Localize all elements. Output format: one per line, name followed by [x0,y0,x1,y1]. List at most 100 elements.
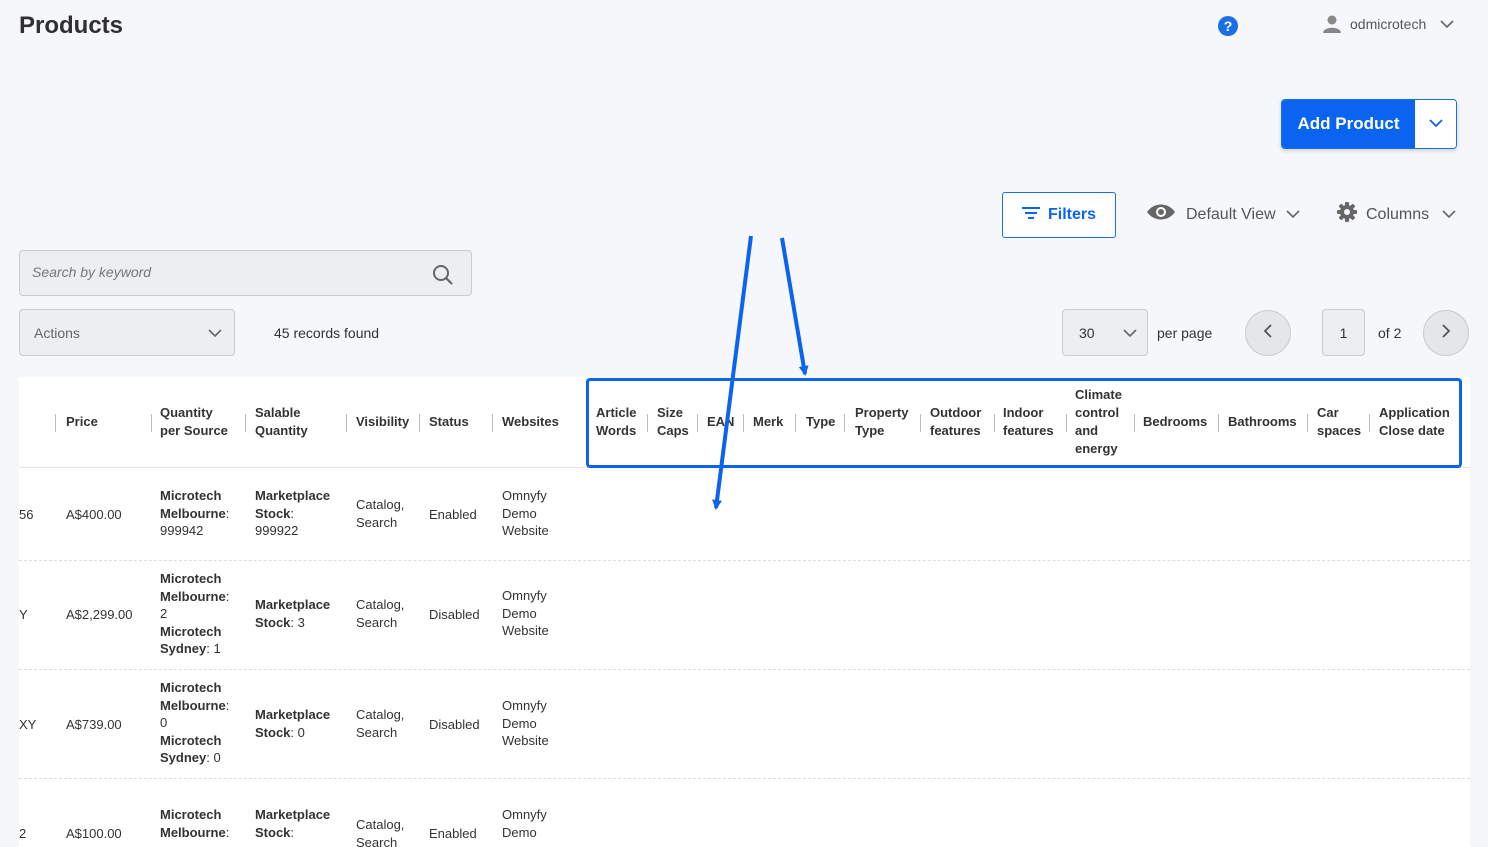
column-header-indoor-features[interactable]: Indoor features [1003,404,1054,440]
columns-dropdown[interactable]: Columns [1337,202,1456,227]
cell-line: Demo [502,824,547,842]
user-menu[interactable]: odmicrotech [1322,14,1454,34]
cell-partial: 2 [19,825,26,843]
column-header-visibility[interactable]: Visibility [356,413,409,431]
add-product-button-group: Add Product [1281,99,1457,149]
cell-line: Search [356,614,404,632]
column-header-outdoor-features[interactable]: Outdoor features [930,404,981,440]
header-line: Car [1317,404,1361,422]
column-header-climate-control[interactable]: Climate control and energy [1075,386,1122,458]
cell-line: Catalog, [356,816,404,834]
column-separator[interactable] [844,414,845,432]
per-page-select[interactable]: 30 [1062,309,1148,356]
column-separator[interactable] [346,414,347,432]
column-header-ean[interactable]: EAN [707,413,734,431]
column-header-websites[interactable]: Websites [502,413,559,431]
source-name: Microtech [160,807,221,822]
cell-line: Microtech [160,679,229,697]
cell-line: Omnyfy [502,587,549,605]
column-header-type[interactable]: Type [806,413,835,431]
source-name: Melbourne [160,698,226,713]
column-separator[interactable] [994,414,995,432]
stock-name: Marketplace [255,488,330,503]
column-header-salable-quantity[interactable]: Salable Quantity [255,404,308,440]
help-icon[interactable]: ? [1218,16,1238,36]
column-header-size-caps[interactable]: Size Caps [657,404,689,440]
search-input[interactable] [30,263,414,281]
current-page-input[interactable]: 1 [1322,309,1365,356]
column-separator[interactable] [920,414,921,432]
column-separator[interactable] [1134,414,1135,432]
header-line: Climate [1075,386,1122,404]
source-name: Microtech [160,624,221,639]
column-header-car-spaces[interactable]: Car spaces [1317,404,1361,440]
previous-page-button[interactable] [1245,310,1291,356]
cell-websites: Omnyfy Demo Website [502,487,549,540]
cell-line: Melbourne: [160,824,229,842]
header-line: energy [1075,440,1122,458]
column-header-status[interactable]: Status [429,413,469,431]
cell-line: Catalog, [356,496,404,514]
default-view-dropdown[interactable]: Default View [1146,202,1300,227]
cell-line: Demo [502,605,549,623]
column-separator[interactable] [151,414,152,432]
stock-value: 999922 [255,523,298,538]
cell-price: A$100.00 [66,825,122,843]
cell-visibility: Catalog, Search [356,596,404,631]
column-header-price[interactable]: Price [66,413,98,431]
column-header-article-words[interactable]: Article Words [596,404,636,440]
column-header-quantity-per-source[interactable]: Quantity per Source [160,404,228,440]
cell-line: Stock: [255,824,330,842]
cell-line: Search [356,724,404,742]
source-name: Sydney [160,641,206,656]
product-grid: Price Quantity per Source Salable Quanti… [19,377,1470,847]
cell-line: Demo [502,715,549,733]
filter-icon [1022,206,1040,225]
stock-name: Stock [255,615,290,630]
column-header-bathrooms[interactable]: Bathrooms [1228,413,1297,431]
column-separator[interactable] [1369,414,1370,432]
chevron-down-icon [1429,115,1443,133]
header-line: Words [596,422,636,440]
column-header-property-type[interactable]: Property Type [855,404,908,440]
cell-line: Stock: 0 [255,724,330,742]
column-separator[interactable] [647,414,648,432]
add-product-dropdown-toggle[interactable] [1415,100,1456,148]
cell-status: Disabled [429,716,480,734]
cell-salable-quantity: Marketplace Stock: [255,806,330,841]
source-name: Sydney [160,750,206,765]
cell-status: Enabled [429,506,477,524]
column-separator[interactable] [697,414,698,432]
cell-websites: Omnyfy Demo Website [502,587,549,640]
column-header-bedrooms[interactable]: Bedrooms [1143,413,1207,431]
column-separator[interactable] [245,414,246,432]
actions-select[interactable]: Actions [19,309,235,356]
add-product-button[interactable]: Add Product [1282,100,1415,148]
column-separator[interactable] [795,414,796,432]
source-name: Melbourne [160,506,226,521]
column-separator[interactable] [492,414,493,432]
column-header-application-close-date[interactable]: Application Close date [1379,404,1450,440]
cell-line: Demo [502,505,549,523]
next-page-button[interactable] [1423,310,1469,356]
column-separator[interactable] [1066,414,1067,432]
column-separator[interactable] [1307,414,1308,432]
filters-button[interactable]: Filters [1002,192,1116,238]
cell-price: A$400.00 [66,506,122,524]
search-icon[interactable] [432,264,454,291]
chevron-down-icon [1286,206,1300,224]
chevron-left-icon [1263,324,1273,343]
header-line: per Source [160,422,228,440]
source-value: : [226,589,230,604]
cell-price: A$739.00 [66,716,122,734]
column-separator[interactable] [743,414,744,432]
column-separator[interactable] [55,414,56,432]
username: odmicrotech [1350,16,1426,32]
header-line: Quantity [160,404,228,422]
cell-line: Search [356,514,404,532]
row-divider [19,669,1470,670]
column-separator[interactable] [1218,414,1219,432]
column-separator[interactable] [419,414,420,432]
column-header-merk[interactable]: Merk [753,413,783,431]
actions-label: Actions [34,325,80,341]
